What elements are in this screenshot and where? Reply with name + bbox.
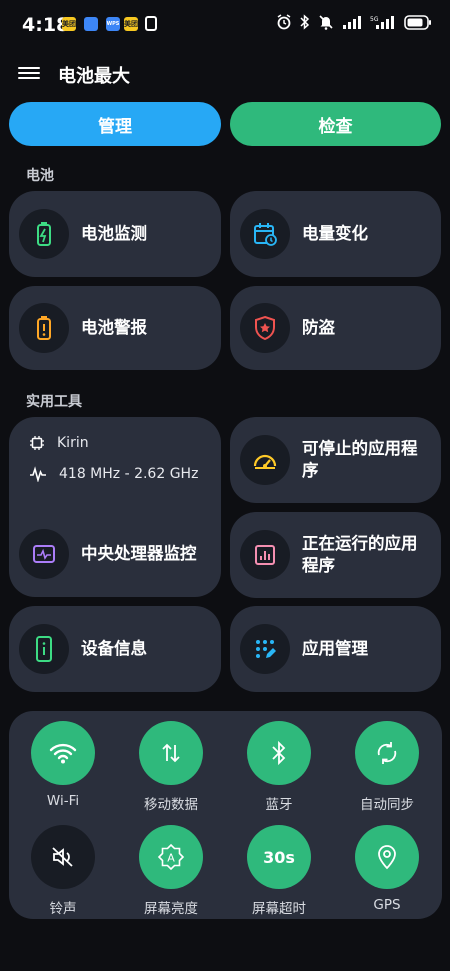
cpu-monitor-card[interactable]: Kirin 418 MHz - 2.62 GHz 中央处理器监控 [9,417,221,597]
cpu-monitor-icon [19,529,69,579]
mute-icon [319,15,333,30]
quick-settings-panel: Wi-Fi 移动数据 蓝牙 自动同步 铃声 A 屏幕亮度 30s 屏幕超时 GP… [9,711,442,919]
volume-off-icon [31,825,95,889]
svg-text:5G: 5G [370,16,379,23]
page-title: 电池最大 [58,66,130,87]
apps-grid-icon [240,624,290,674]
speedometer-icon [240,435,290,485]
auto-sync-label: 自动同步 [360,797,414,813]
signal-icon: 5G [370,16,394,29]
battery-monitor-card[interactable]: 电池监测 [9,191,221,277]
check-button[interactable]: 检查 [230,102,441,146]
brightness-toggle[interactable]: A 屏幕亮度 [117,825,225,917]
wps-notification-icon: WPS [106,17,120,31]
cpu-name-row: Kirin [29,435,89,451]
meituan-notification-icon: 美团 [124,17,138,31]
battery-alert-card[interactable]: 电池警报 [9,286,221,370]
cpu-name: Kirin [57,435,89,451]
menu-icon[interactable] [18,64,40,84]
auto-brightness-icon: A [139,825,203,889]
brightness-label: 屏幕亮度 [144,901,198,917]
battery-charging-icon [19,209,69,259]
anti-theft-card[interactable]: 防盗 [230,286,441,370]
mobile-data-toggle[interactable]: 移动数据 [117,721,225,813]
mobile-data-label: 移动数据 [144,797,198,813]
battery-change-label: 电量变化 [302,224,368,243]
calendar-clock-icon [240,209,290,259]
device-info-card[interactable]: 设备信息 [9,606,221,692]
phone-info-icon [19,624,69,674]
ringtone-toggle[interactable]: 铃声 [9,825,117,917]
bluetooth-icon [300,14,310,30]
device-info-label: 设备信息 [81,639,147,658]
status-icons: 5G [276,14,432,30]
stoppable-apps-label: 可停止的应用程序 [302,439,418,480]
timeout-icon: 30s [247,825,311,889]
mobile-data-icon [139,721,203,785]
nfc-icon [145,16,157,31]
battery-alert-label: 电池警报 [81,318,147,337]
app-manage-label: 应用管理 [302,639,368,658]
app-manage-card[interactable]: 应用管理 [230,606,441,692]
svg-text:A: A [167,852,175,865]
signal-icon [343,16,361,29]
bar-chart-icon [240,530,290,580]
alarm-icon [277,14,291,30]
cpu-monitor-label: 中央处理器监控 [81,544,197,563]
bluetooth-label: 蓝牙 [265,797,293,813]
stoppable-apps-card[interactable]: 可停止的应用程序 [230,417,441,503]
bluetooth-icon [247,721,311,785]
running-apps-label: 正在运行的应用程序 [302,534,418,575]
meituan-notification-icon: 美团 [62,17,76,31]
shield-star-icon [240,303,290,353]
battery-alert-icon [19,303,69,353]
cpu-freq-row: 418 MHz - 2.62 GHz [29,466,198,482]
auto-sync-toggle[interactable]: 自动同步 [333,721,441,813]
ringtone-label: 铃声 [49,901,77,917]
app-bar: 电池最大 [0,52,450,96]
screen-timeout-label: 屏幕超时 [252,901,306,917]
gps-toggle[interactable]: GPS [333,825,441,913]
status-bar: 4:18 美团 WPS 美团 5G [0,0,450,52]
wifi-toggle[interactable]: Wi-Fi [9,721,117,809]
tools-section-label: 实用工具 [26,394,82,410]
bluetooth-toggle[interactable]: 蓝牙 [225,721,333,813]
gps-label: GPS [373,897,401,913]
chip-icon [30,436,44,450]
screen-timeout-toggle[interactable]: 30s 屏幕超时 [225,825,333,917]
manage-button[interactable]: 管理 [9,102,221,146]
battery-change-card[interactable]: 电量变化 [230,191,441,277]
location-icon [355,825,419,889]
battery-section-label: 电池 [26,168,54,184]
battery-monitor-label: 电池监测 [81,224,147,243]
running-apps-card[interactable]: 正在运行的应用程序 [230,512,441,598]
wifi-label: Wi-Fi [46,793,80,809]
app-notification-icon [84,17,98,31]
cpu-frequency: 418 MHz - 2.62 GHz [59,466,199,482]
pulse-icon [30,466,46,482]
sync-icon [355,721,419,785]
wifi-icon [31,721,95,785]
battery-icon [404,14,431,30]
anti-theft-label: 防盗 [302,318,335,337]
timeout-value: 30s [263,847,295,867]
